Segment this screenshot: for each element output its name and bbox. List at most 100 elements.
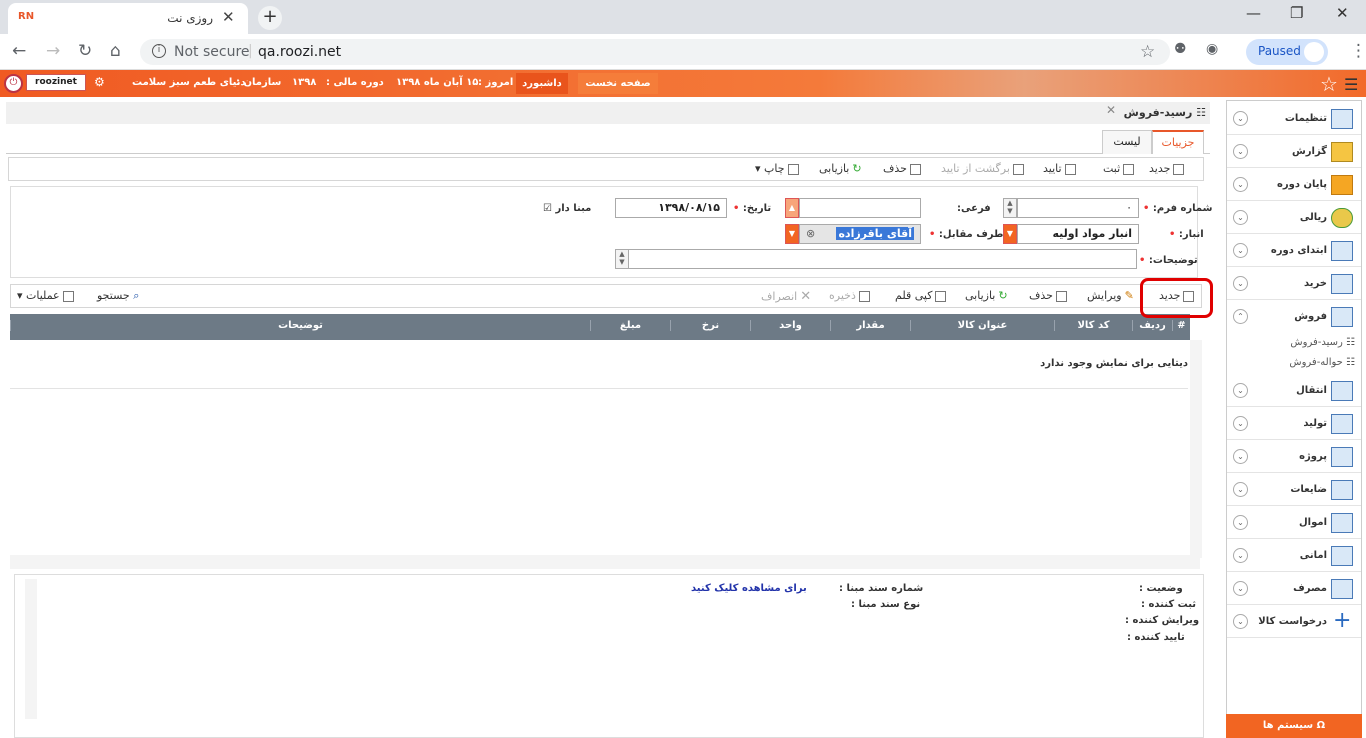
sidebar-item-period-start[interactable]: ابتدای دوره ⌄ xyxy=(1227,235,1361,267)
chevron-down-icon[interactable]: ⌄ xyxy=(1233,482,1248,497)
copy-item-button[interactable]: کپی قلم xyxy=(895,289,947,302)
chevron-down-icon[interactable]: ⌄ xyxy=(1233,449,1248,464)
col-item-title[interactable]: عنوان کالا xyxy=(910,320,1054,331)
party-chip[interactable]: آقای باقرزاده xyxy=(836,227,914,240)
grid-cancel-button[interactable]: انصراف ✕ xyxy=(761,289,811,304)
menu-dots-icon[interactable]: ⋮ xyxy=(1350,41,1366,61)
reload-button[interactable]: بازیابی ↻ xyxy=(819,162,862,175)
delete-button[interactable]: حذف xyxy=(883,162,921,175)
desc-spinner[interactable]: ▲ ▼ xyxy=(615,249,629,269)
col-description[interactable]: توضیحات xyxy=(10,320,590,331)
new-tab-button[interactable]: + xyxy=(258,6,282,30)
form-no-spinner[interactable]: ▲ ▼ xyxy=(1003,198,1017,218)
sub-item-sales-receipt[interactable]: رسید-فروش ☷ xyxy=(1227,337,1355,348)
col-item-code[interactable]: کد کالا xyxy=(1054,320,1132,331)
gear-icon[interactable]: ⚙ xyxy=(94,75,105,89)
unconfirm-button[interactable]: برگشت از تایید xyxy=(941,162,1024,175)
date-field[interactable]: ۱۳۹۸/۰۸/۱۵ xyxy=(615,198,727,218)
search-button[interactable]: جستجو ⌕ xyxy=(97,289,139,303)
extension2-icon[interactable]: ◉ xyxy=(1206,41,1218,57)
col-row[interactable]: ردیف xyxy=(1132,320,1172,331)
operations-button[interactable]: ▾ عملیات xyxy=(17,289,74,302)
bookmark-star-icon[interactable]: ☆ xyxy=(1140,42,1155,62)
dashboard-button[interactable]: داشبورد xyxy=(516,73,568,94)
col-quantity[interactable]: مقدار xyxy=(830,320,910,331)
col-rate[interactable]: نرخ xyxy=(670,320,750,331)
home-icon[interactable]: ⌂ xyxy=(110,41,121,61)
grid-reload-button[interactable]: بازیابی ↻ xyxy=(965,289,1008,302)
print-button[interactable]: ▾ چاپ xyxy=(755,162,799,175)
warehouse-field[interactable]: انبار مواد اولیه xyxy=(1017,224,1139,244)
chevron-down-icon[interactable]: ⌄ xyxy=(1233,177,1248,192)
chevron-down-icon[interactable]: ⌄ xyxy=(1233,276,1248,291)
chevron-down-icon[interactable]: ⌄ xyxy=(1233,548,1248,563)
grid-edit-button[interactable]: ویرایش ✎ xyxy=(1087,289,1134,302)
chevron-down-icon[interactable]: ⌄ xyxy=(1233,210,1248,225)
restore-icon[interactable]: ❐ xyxy=(1290,4,1303,22)
confirm-button[interactable]: تایید xyxy=(1043,162,1076,175)
sidebar-item-production[interactable]: تولید ⌄ xyxy=(1227,408,1361,440)
col-amount[interactable]: مبلغ xyxy=(590,320,670,331)
window-close-icon[interactable]: ✕ xyxy=(1336,4,1349,22)
sub-field[interactable] xyxy=(799,198,921,218)
chevron-down-icon[interactable]: ⌄ xyxy=(1233,416,1248,431)
col-hash[interactable]: # xyxy=(1172,320,1190,331)
chevron-down-icon[interactable]: ⌄ xyxy=(1233,614,1248,629)
sidebar-item-project[interactable]: پروژه ⌄ xyxy=(1227,441,1361,473)
hamburger-menu-icon[interactable]: ☰ xyxy=(1344,75,1358,94)
chevron-down-icon[interactable]: ⌄ xyxy=(1233,581,1248,596)
sidebar-item-period-end[interactable]: پایان دوره ⌄ xyxy=(1227,169,1361,201)
reload-icon[interactable]: ↻ xyxy=(78,41,92,61)
horizontal-scrollbar[interactable] xyxy=(10,555,1200,569)
grid-save-button[interactable]: ذخیره xyxy=(829,289,870,302)
chevron-down-icon[interactable]: ⌄ xyxy=(1233,515,1248,530)
new-button[interactable]: جدید xyxy=(1149,162,1185,175)
sidebar-item-transfer[interactable]: انتقال ⌄ xyxy=(1227,375,1361,407)
sidebar-item-request[interactable]: + درخواست کالا ⌄ xyxy=(1227,606,1361,638)
sidebar-item-consumption[interactable]: مصرف ⌄ xyxy=(1227,573,1361,605)
sidebar-item-consignment[interactable]: امانی ⌄ xyxy=(1227,540,1361,572)
warehouse-dropdown-icon[interactable]: ▼ xyxy=(1003,224,1017,244)
chevron-up-icon[interactable]: ⌃ xyxy=(1233,309,1248,324)
power-icon[interactable]: ⏻ xyxy=(4,74,23,93)
tab-details[interactable]: جزییات xyxy=(1152,130,1204,154)
sidebar-item-purchase[interactable]: خرید ⌄ xyxy=(1227,268,1361,300)
vertical-scrollbar[interactable] xyxy=(1190,340,1202,558)
extension-icon[interactable]: ⚉ xyxy=(1174,41,1187,57)
back-icon[interactable]: ← xyxy=(12,41,26,61)
has-base-checkbox[interactable]: مبنا دار ☑ xyxy=(543,203,591,214)
info-icon[interactable]: i xyxy=(152,44,166,58)
sidebar-item-sales[interactable]: فروش ⌃ xyxy=(1227,301,1361,333)
browser-tab[interactable]: RN روزی نت ✕ xyxy=(8,3,248,34)
chevron-down-icon[interactable]: ⌄ xyxy=(1233,144,1248,159)
sub-spinner[interactable]: ▲ xyxy=(785,198,799,218)
home-page-button[interactable]: صفحه نخست xyxy=(578,73,658,94)
systems-button[interactable]: سیستم ها Ω xyxy=(1226,714,1362,738)
url-text[interactable]: qa.roozi.net xyxy=(258,44,341,60)
party-field[interactable]: آقای باقرزاده ⊗ xyxy=(799,224,921,244)
register-button[interactable]: ثبت xyxy=(1103,162,1135,175)
minimize-icon[interactable]: — xyxy=(1246,4,1261,22)
username-box[interactable]: roozinet xyxy=(26,74,86,91)
omnibox[interactable]: i Not secure | qa.roozi.net ☆ xyxy=(140,39,1170,65)
form-no-field[interactable]: ۰ xyxy=(1017,198,1139,218)
sidebar-item-report[interactable]: گزارش ⌄ xyxy=(1227,136,1361,168)
info-scrollbar[interactable] xyxy=(25,579,37,719)
forward-icon[interactable]: → xyxy=(46,41,60,61)
sub-item-sales-remittance[interactable]: حواله-فروش ☷ xyxy=(1227,357,1355,368)
chevron-down-icon[interactable]: ⌄ xyxy=(1233,111,1248,126)
tab-close-icon[interactable]: ✕ xyxy=(222,8,235,26)
sidebar-item-waste[interactable]: ضایعات ⌄ xyxy=(1227,474,1361,506)
tab-list[interactable]: لیست xyxy=(1102,130,1152,154)
description-field[interactable] xyxy=(615,249,1137,269)
sidebar-item-assets[interactable]: اموال ⌄ xyxy=(1227,507,1361,539)
chevron-down-icon[interactable]: ⌄ xyxy=(1233,243,1248,258)
favorites-star-icon[interactable]: ☆ xyxy=(1320,72,1338,96)
grid-delete-button[interactable]: حذف xyxy=(1029,289,1067,302)
clear-icon[interactable]: ⊗ xyxy=(806,227,815,240)
view-link[interactable]: برای مشاهده کلیک کنید xyxy=(691,583,807,594)
profile-button[interactable]: Paused xyxy=(1246,39,1328,65)
chevron-down-icon[interactable]: ⌄ xyxy=(1233,383,1248,398)
sidebar-item-rial[interactable]: ریالی ⌄ xyxy=(1227,202,1361,234)
col-unit[interactable]: واحد xyxy=(750,320,830,331)
